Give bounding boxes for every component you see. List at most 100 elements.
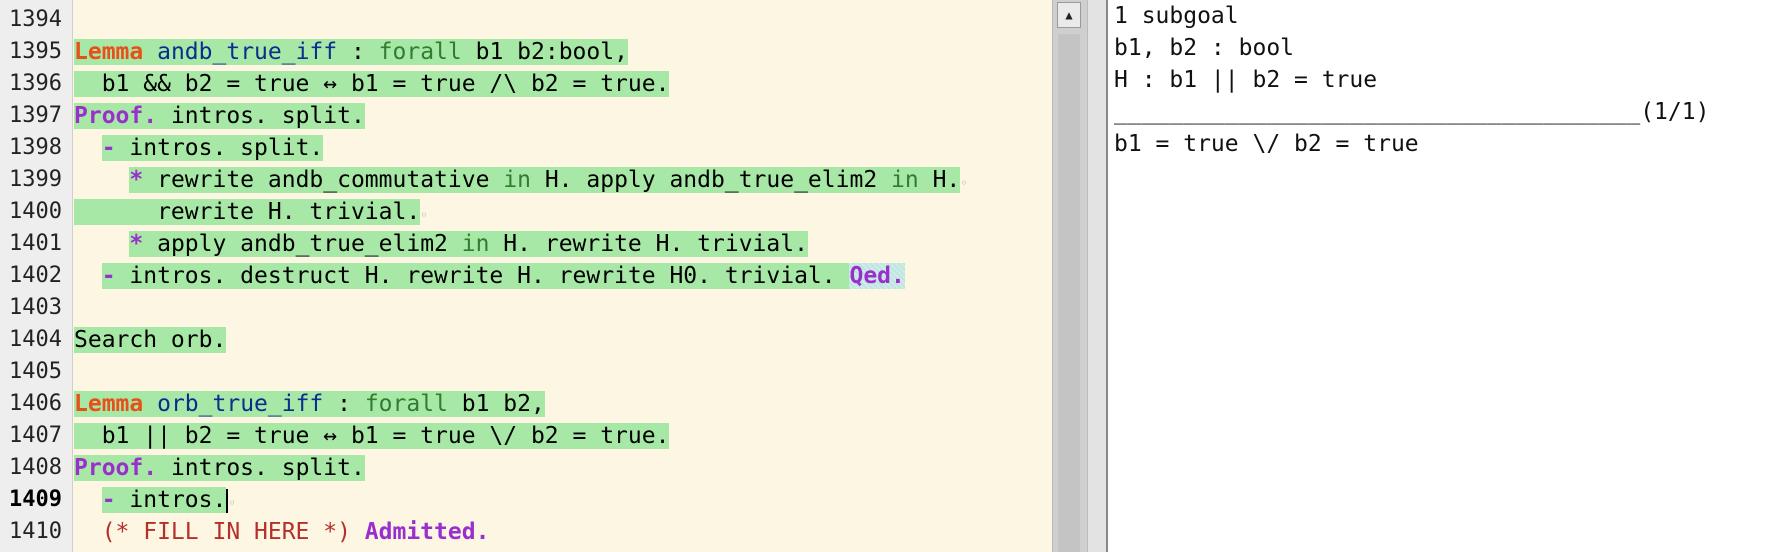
bullet-marker: - (101, 487, 116, 513)
line-wrap-marker: ◦ (228, 496, 236, 510)
code-token: intros. (115, 487, 227, 513)
code-token: H. apply andb_true_elim2 (530, 167, 892, 193)
code-line[interactable]: 1408 Proof. intros. split. (0, 452, 1052, 484)
goal-statement: b1 = true \/ b2 = true (1114, 131, 1419, 157)
code-line[interactable]: 1410 (* FILL IN HERE *) Admitted. (0, 516, 1052, 548)
code-text: Proof. intros. split. (74, 452, 365, 484)
code-token: Admitted. (364, 519, 490, 545)
code-token: Lemma (74, 39, 144, 65)
code-token: b1 && b2 = true ↔ b1 = true /\ b2 = true… (74, 71, 670, 97)
code-line[interactable]: 1403 (0, 292, 1052, 324)
code-token: b1 || b2 = true ↔ b1 = true \/ b2 = true… (74, 423, 670, 449)
line-number: 1406 (9, 391, 62, 416)
line-number: 1404 (9, 327, 62, 352)
code-text: * apply andb_true_elim2 in H. rewrite H.… (74, 228, 808, 260)
code-token: H. (918, 167, 961, 193)
code-line[interactable]: 1399 * rewrite andb_commutative in H. ap… (0, 164, 1052, 196)
code-token: H. rewrite H. trivial. (489, 231, 808, 257)
code-token: in (503, 167, 531, 193)
line-wrap-marker: ◦ (960, 176, 968, 190)
code-token: (* FILL IN HERE *) (74, 519, 365, 545)
line-number: 1396 (9, 71, 62, 96)
code-text: Lemma orb_true_iff : forall b1 b2, (74, 388, 545, 420)
scroll-up-arrow-icon[interactable]: ▲ (1057, 2, 1081, 28)
code-text: rewrite H. trivial.◦ (74, 196, 427, 231)
line-number: 1394 (9, 7, 62, 32)
code-line[interactable]: 1400 rewrite H. trivial.◦ (0, 196, 1052, 228)
code-line[interactable]: 1394 (0, 4, 1052, 36)
code-token: : (323, 391, 365, 417)
code-token: orb_true_iff (157, 391, 324, 417)
goal-separator: ______________________________________(1… (1114, 99, 1710, 125)
line-number: 1400 (9, 199, 62, 224)
hypothesis-h: H : b1 || b2 = true (1114, 67, 1378, 93)
code-text: - intros. split. (74, 132, 324, 164)
line-number: 1410 (9, 519, 62, 544)
code-line[interactable]: 1406 Lemma orb_true_iff : forall b1 b2, (0, 388, 1052, 420)
pane-splitter[interactable] (1087, 0, 1107, 552)
bullet-marker: - (101, 135, 116, 161)
code-text: b1 && b2 = true ↔ b1 = true /\ b2 = true… (74, 68, 670, 100)
code-line[interactable]: 1409 - intros. ◦ (0, 484, 1052, 516)
line-number: 1403 (9, 295, 62, 320)
code-token: in (891, 167, 919, 193)
code-token: intros. split. (157, 103, 365, 129)
bullet-marker: - (101, 263, 116, 289)
code-token: Lemma (74, 391, 144, 417)
code-token: intros. split. (157, 455, 365, 481)
code-token: intros. split. (115, 135, 324, 161)
line-number: 1409 (9, 487, 62, 512)
line-number: 1395 (9, 39, 62, 64)
code-token: Proof. (74, 103, 158, 129)
code-line[interactable]: 1395 Lemma andb_true_iff : forall b1 b2:b… (0, 36, 1052, 68)
line-wrap-marker: ◦ (420, 208, 428, 222)
line-number: 1398 (9, 135, 62, 160)
editor-scrollbar[interactable]: ▲ (1052, 0, 1087, 552)
code-text: b1 || b2 = true ↔ b1 = true \/ b2 = true… (74, 420, 670, 452)
code-token: Qed. (849, 263, 905, 289)
code-line[interactable]: 1401 * apply andb_true_elim2 in H. rewri… (0, 228, 1052, 260)
code-text: Proof. intros. split. (74, 100, 365, 132)
code-line[interactable]: 1398 - intros. split. (0, 132, 1052, 164)
code-text: - intros. ◦ (74, 484, 236, 519)
subgoal-count: 1 subgoal (1114, 3, 1239, 29)
code-token: in (461, 231, 490, 257)
goals-panel: 1 subgoal b1, b2 : bool H : b1 || b2 = t… (1106, 0, 1766, 552)
code-text: - intros. destruct H. rewrite H. rewrite… (74, 260, 905, 292)
code-line[interactable]: 1405 (0, 356, 1052, 388)
code-token: b1 b2, (447, 391, 545, 417)
code-token (143, 39, 158, 65)
line-number: 1399 (9, 167, 62, 192)
code-token: intros. destruct H. rewrite H. rewrite H… (115, 263, 850, 289)
code-text: Lemma andb_true_iff : forall b1 b2:bool, (74, 36, 628, 68)
code-token: Search orb. (74, 327, 227, 353)
code-line[interactable]: 1407 b1 || b2 = true ↔ b1 = true \/ b2 =… (0, 420, 1052, 452)
code-line[interactable]: 1404 Search orb. (0, 324, 1052, 356)
line-number: 1408 (9, 455, 62, 480)
line-number: 1405 (9, 359, 62, 384)
code-line[interactable]: 1402 - intros. destruct H. rewrite H. re… (0, 260, 1052, 292)
code-editor[interactable]: 1394 1395 Lemma andb_true_iff : forall b1 … (0, 0, 1052, 552)
code-line[interactable]: 1397 Proof. intros. split. (0, 100, 1052, 132)
code-token: forall (378, 39, 462, 65)
code-token (143, 391, 158, 417)
code-token: forall (364, 391, 448, 417)
bullet-marker: * (129, 231, 144, 257)
code-text: (* FILL IN HERE *) Admitted. (74, 516, 490, 548)
code-token: b1 b2:bool, (461, 39, 628, 65)
code-token: apply andb_true_elim2 (143, 231, 462, 257)
code-text: * rewrite andb_commutative in H. apply a… (74, 164, 968, 199)
hypothesis-b1-b2: b1, b2 : bool (1114, 35, 1295, 61)
line-number: 1401 (9, 231, 62, 256)
scrollbar-thumb[interactable] (1058, 34, 1080, 552)
code-token: rewrite andb_commutative (143, 167, 504, 193)
line-number: 1407 (9, 423, 62, 448)
bullet-marker: * (129, 167, 144, 193)
code-line[interactable]: 1396 b1 && b2 = true ↔ b1 = true /\ b2 =… (0, 68, 1052, 100)
line-number: 1397 (9, 103, 62, 128)
